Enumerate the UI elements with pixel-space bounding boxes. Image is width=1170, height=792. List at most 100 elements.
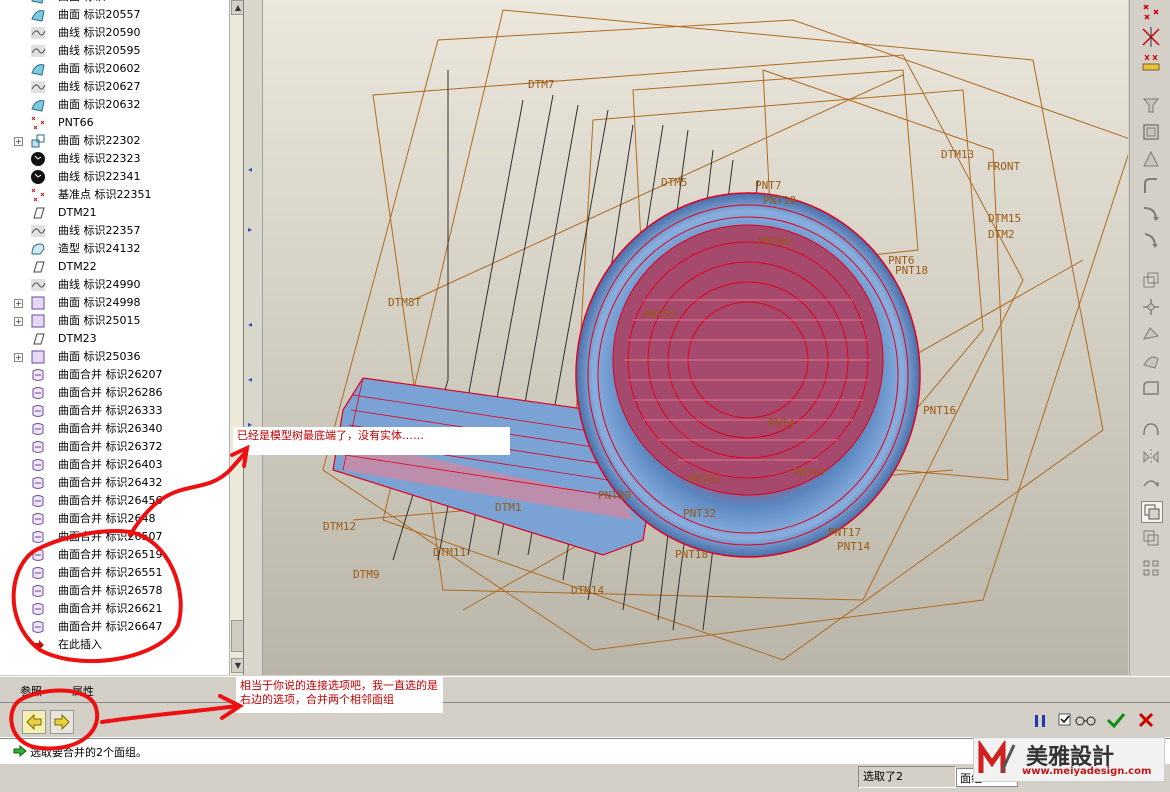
tree-item[interactable]: 造型 标识24132 [0,240,228,258]
coordinate-system-tool-icon[interactable] [1141,52,1161,72]
cancel-x-icon[interactable] [1137,711,1155,729]
tree-item[interactable]: 曲面合并 标识26207 [0,366,228,384]
expand-plus-icon[interactable]: + [14,317,23,326]
tree-item[interactable]: 曲面合并 标识26519 [0,546,228,564]
mirror-tool-icon[interactable] [1141,447,1161,467]
datum-label[interactable]: PNT4 [768,417,795,430]
datum-label[interactable]: DTM1 [495,501,522,514]
merge-tool-icon[interactable] [1141,501,1163,523]
datum-label[interactable]: DTM7 [528,78,555,91]
tree-item[interactable]: 曲面 标识20602 [0,60,228,78]
datum-label[interactable]: DTM9 [353,568,380,581]
datum-label[interactable]: PNT32 [683,507,716,520]
datum-label[interactable]: PNT14 [837,540,870,553]
sweep-tool-icon[interactable] [1141,203,1161,223]
tree-item[interactable]: 曲面 标识20557 [0,6,228,24]
blend-tool-icon[interactable] [1141,230,1161,250]
tree-item[interactable]: 曲线 标识20627 [0,78,228,96]
tree-item[interactable]: 曲线 标识22357 [0,222,228,240]
expand-plus-icon[interactable]: + [14,137,23,146]
tree-item[interactable]: 曲线 标识22341 [0,168,228,186]
datum-label[interactable]: DTM2 [988,228,1015,241]
shell-tool-icon[interactable] [1141,122,1161,142]
datum-label[interactable]: PNT55 [643,308,676,321]
preview-checkbox-icon[interactable] [1058,712,1072,728]
tree-item[interactable]: + 曲面 标识24998 [0,294,228,312]
scroll-up-arrow-icon[interactable]: ▲ [231,0,243,15]
datum-label[interactable]: PNT19 [763,194,796,207]
tree-item[interactable]: DTM22 [0,258,228,276]
cad-model-view[interactable]: DTM7 DTM13 FRONT DTM5 PNT7 PNT19 DTM15 DTM2 PNT6… [263,0,1128,675]
datum-label[interactable]: PNT30 [598,489,631,502]
tree-item[interactable]: 曲面 标识20632 [0,96,228,114]
datum-axis-tool-icon[interactable] [1141,27,1161,47]
datum-label[interactable]: PNT18 [675,548,708,561]
tree-item[interactable]: + 曲面 标识22302 [0,132,228,150]
tree-item[interactable]: DTM21 [0,204,228,222]
datum-label[interactable]: DTM13 [941,148,974,161]
datum-label[interactable]: DTM11 [433,546,466,559]
datum-label[interactable]: DTM15 [988,212,1021,225]
solidify-tool-icon[interactable] [1141,351,1161,371]
expand-plus-icon[interactable]: + [14,353,23,362]
tree-item[interactable]: DTM23 [0,330,228,348]
datum-point-tool-icon[interactable] [1141,2,1161,22]
join-side-right-button[interactable] [50,710,74,734]
copy-tool-icon[interactable] [1141,270,1161,290]
accept-check-icon[interactable] [1106,711,1126,729]
scroll-down-arrow-icon[interactable]: ▼ [231,658,243,673]
intersect-tool-icon[interactable] [1141,528,1161,548]
datum-label[interactable]: PNT67 [793,466,826,479]
trim-tool-icon[interactable] [1141,474,1161,494]
tab-properties[interactable]: 属性 [72,683,94,699]
panel-splitter[interactable]: ◂ ▸ ◂ ◂ ▸ [244,0,263,675]
tree-item[interactable]: 曲面合并 标识26551 [0,564,228,582]
tree-scrollbar[interactable]: ▲ ▼ [229,0,243,675]
tree-item[interactable]: 曲面合并 标识26456 [0,492,228,510]
tree-item[interactable]: PNT66 [0,114,228,132]
glasses-icon[interactable] [1074,712,1098,728]
join-side-left-button[interactable] [22,710,46,734]
tree-item[interactable]: 曲面合并 标识26578 [0,582,228,600]
scroll-thumb[interactable] [231,620,243,652]
tab-references[interactable]: 参照 [20,683,42,699]
datum-label[interactable]: PNT7 [755,179,782,192]
tree-item[interactable]: 曲面合并 标识26647 [0,618,228,636]
move-tool-icon[interactable] [1141,297,1161,317]
tree-item[interactable]: + 曲面 标识25015 [0,312,228,330]
tree-item[interactable]: 曲面合并 标识26621 [0,600,228,618]
tree-item[interactable]: + 曲面 标识25036 [0,348,228,366]
draft-tool-icon[interactable] [1141,149,1161,169]
datum-label[interactable]: PNT62 [688,473,721,486]
datum-label[interactable]: PNT18 [895,264,928,277]
tree-item[interactable]: 曲面合并 标识26403 [0,456,228,474]
tree-item[interactable]: 曲线 标识22323 [0,150,228,168]
tree-item[interactable]: 曲面合并 标识26340 [0,420,228,438]
datum-label[interactable]: DTM14 [571,584,604,597]
tree-item[interactable]: 曲线 标识20595 [0,42,228,60]
tree-item[interactable]: 曲面合并 标识26333 [0,402,228,420]
expand-plus-icon[interactable]: + [14,299,23,308]
tree-item[interactable]: 曲面合并 标识26507 [0,528,228,546]
tree-item[interactable]: 曲面合并 标识26432 [0,474,228,492]
datum-label[interactable]: PNT60 [758,235,791,248]
tree-item[interactable]: 基准点 标识22351 [0,186,228,204]
tree-item[interactable]: 曲线 标识20590 [0,24,228,42]
tree-item[interactable]: 在此插入 [0,636,228,654]
datum-label[interactable]: FRONT [987,160,1020,173]
tree-item[interactable]: 曲面合并 标识26372 [0,438,228,456]
round-tool-icon[interactable] [1141,176,1161,196]
datum-label[interactable]: DTM8T [388,296,421,309]
pause-icon[interactable] [1032,712,1048,730]
datum-label[interactable]: DTM5 [661,176,688,189]
tree-item[interactable]: 曲面合并 标识2648 [0,510,228,528]
tree-item[interactable]: 曲线 标识24990 [0,276,228,294]
pattern-tool-icon[interactable] [1141,558,1161,578]
fill-tool-icon[interactable] [1141,420,1161,440]
datum-label[interactable]: PNT16 [923,404,956,417]
offset-tool-icon[interactable] [1141,378,1161,398]
tree-item[interactable]: 曲面合并 标识26286 [0,384,228,402]
graphics-window[interactable]: DTM7 DTM13 FRONT DTM5 PNT7 PNT19 DTM15 DTM2 PNT6… [263,0,1128,675]
datum-label[interactable]: PNT17 [828,526,861,539]
thicken-tool-icon[interactable] [1141,324,1161,344]
